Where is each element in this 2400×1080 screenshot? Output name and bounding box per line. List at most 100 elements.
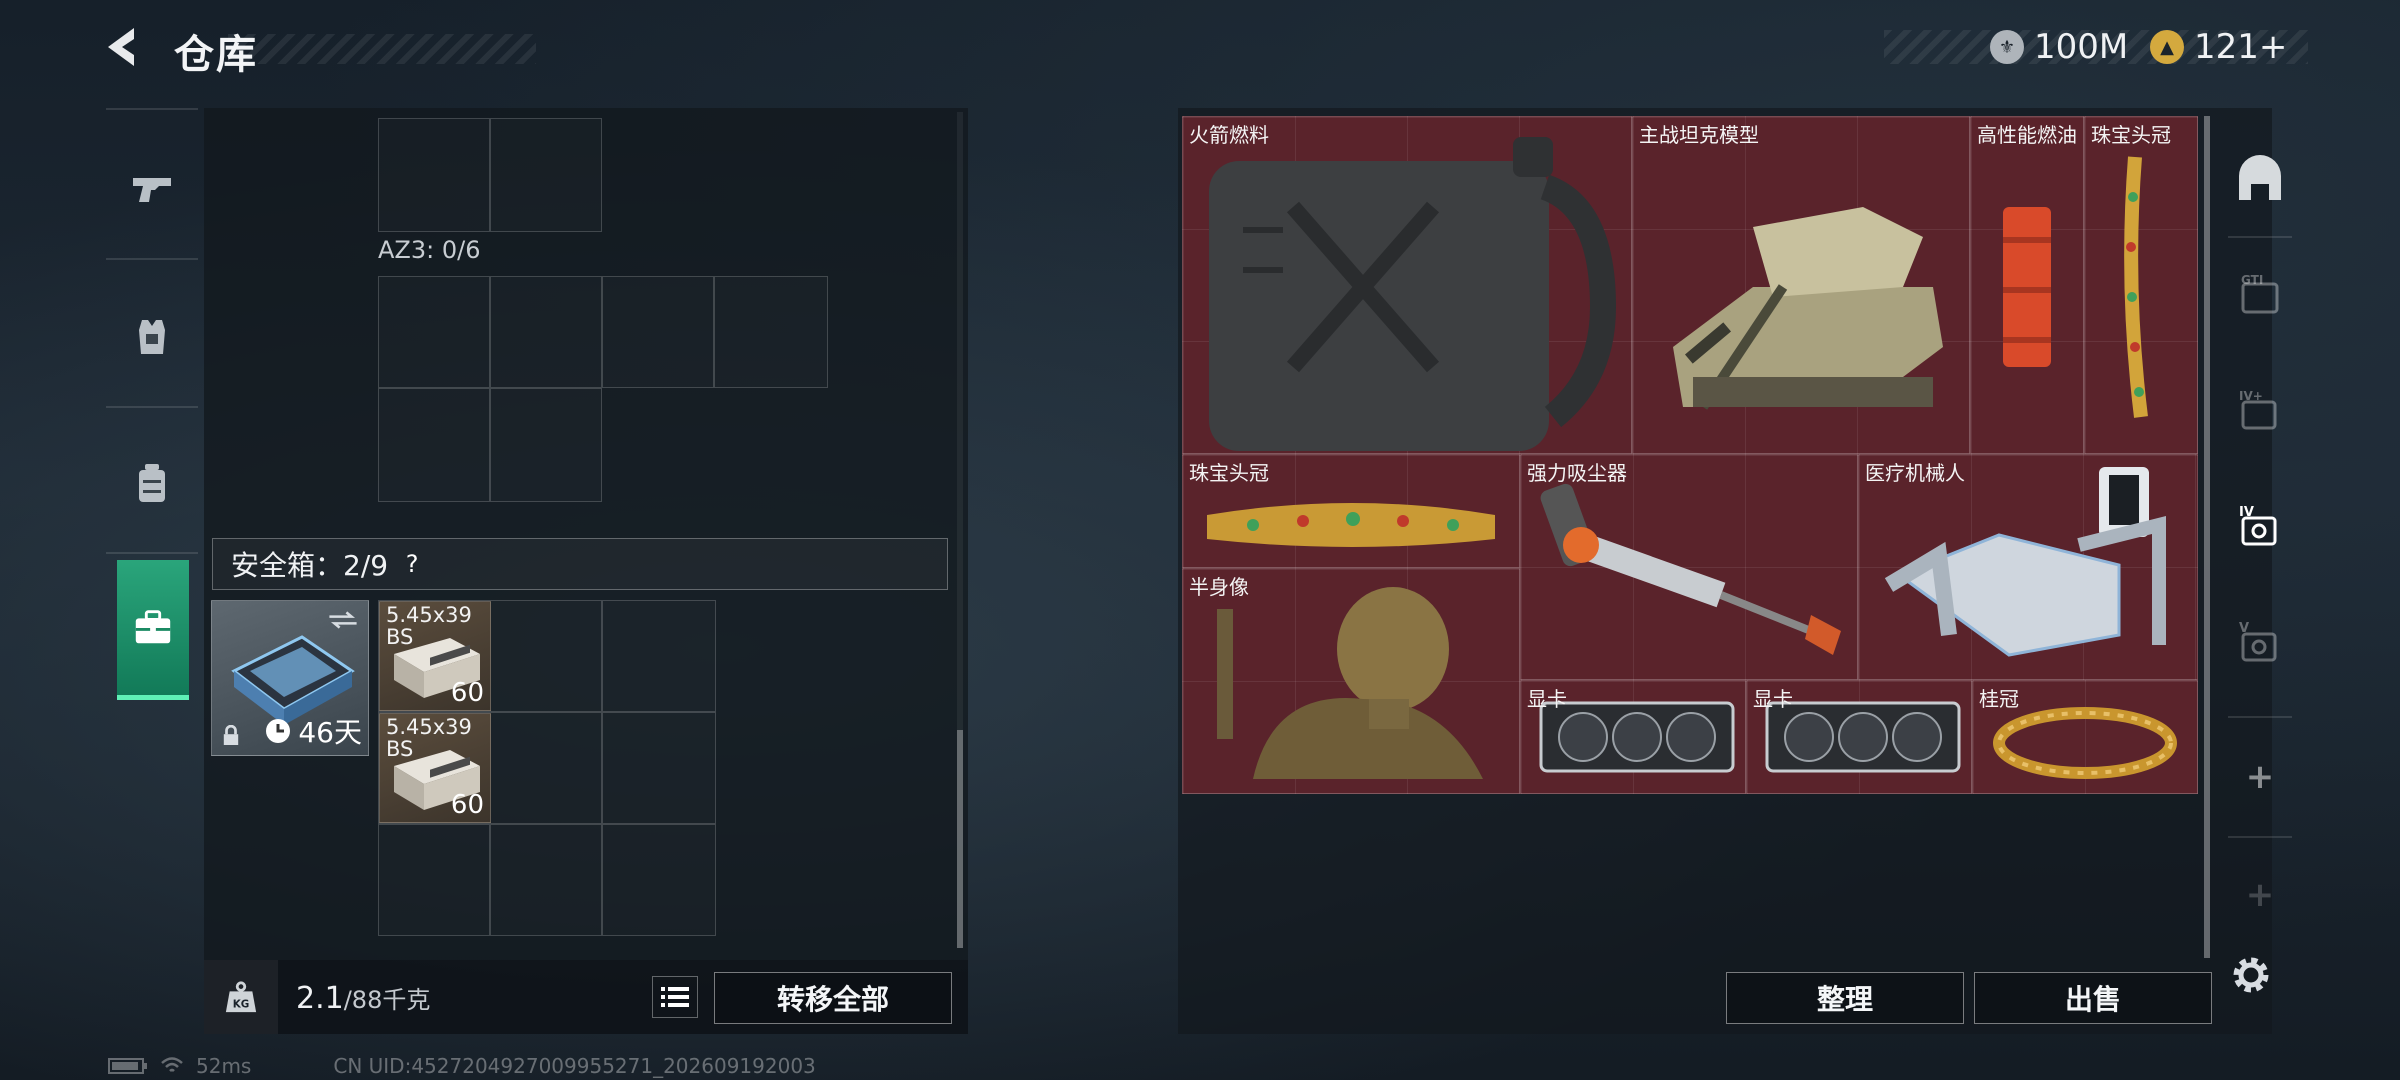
case-iv-icon: IV — [2239, 505, 2277, 546]
item-vacuum[interactable]: 强力吸尘器 — [1520, 454, 1858, 680]
lock-icon — [223, 725, 239, 745]
gold-currency[interactable]: ▲ 121+ — [2150, 24, 2287, 70]
bust-icon — [1217, 587, 1483, 779]
svg-text:IV+: IV+ — [2239, 389, 2263, 403]
tab-weapons[interactable] — [106, 124, 198, 254]
vacuum-icon — [1540, 483, 1841, 655]
grid-slot[interactable] — [602, 600, 716, 712]
category-divider — [2228, 236, 2292, 238]
ammo-name: 5.45x39 BS — [386, 603, 472, 649]
chevron-left-icon — [108, 28, 134, 66]
list-view-button[interactable] — [652, 976, 698, 1018]
gear-icon — [2233, 957, 2269, 993]
category-add[interactable]: + — [2222, 840, 2298, 950]
settings-button[interactable] — [2226, 950, 2276, 1000]
ammo-quantity: 60 — [450, 790, 484, 820]
plus-icon: + — [2245, 875, 2275, 915]
category-add[interactable]: + — [2222, 722, 2298, 832]
side-divider — [106, 406, 198, 408]
category-iv[interactable]: IV — [2222, 472, 2298, 582]
ammo-name: 5.45x39 BS — [386, 715, 472, 761]
grid-slot[interactable] — [602, 824, 716, 936]
weight-icon-box: KG — [204, 960, 278, 1034]
robot-icon — [1884, 467, 2166, 657]
item-jewel-crown[interactable]: 珠宝头冠 — [2084, 116, 2198, 454]
side-divider — [106, 258, 198, 260]
category-locker[interactable] — [2222, 124, 2298, 234]
plus-icon: + — [2245, 757, 2275, 797]
category-gti[interactable]: GTI — [2222, 240, 2298, 350]
wifi-icon — [161, 1057, 183, 1072]
item-gpu[interactable]: 显卡 — [1520, 680, 1746, 794]
item-bust[interactable]: 半身像 — [1182, 568, 1520, 794]
list-icon — [661, 987, 689, 1007]
grid-slot[interactable] — [490, 712, 602, 824]
swap-icon[interactable] — [326, 609, 360, 631]
item-medical-robot[interactable]: 医疗机械人 — [1858, 454, 2198, 680]
scrollbar-thumb[interactable] — [957, 730, 963, 948]
safebox-item[interactable]: 46天 — [211, 600, 369, 756]
battery-icon — [108, 1058, 147, 1074]
category-divider — [2228, 836, 2292, 838]
item-gpu[interactable]: 显卡 — [1746, 680, 1972, 794]
item-laurel[interactable]: 桂冠 — [1972, 680, 2198, 794]
ammo-item[interactable]: 5.45x39 BS 60 — [379, 713, 491, 823]
item-name: 火箭燃料 — [1189, 123, 1269, 147]
case-v-icon: V — [2239, 621, 2277, 662]
sell-button[interactable]: 出售 — [1974, 972, 2212, 1024]
tank-icon — [1673, 207, 1943, 410]
item-jewel-crown[interactable]: 珠宝头冠 — [1182, 454, 1520, 568]
grid-slot[interactable] — [602, 712, 716, 824]
item-name: 桂冠 — [1979, 687, 2019, 711]
item-name: 主战坦克模型 — [1639, 123, 1759, 147]
days-remaining: 46天 — [298, 716, 362, 749]
status-bar: 52ms CN UID:4527204927009955271_20260919… — [108, 1054, 816, 1078]
category-iv-plus[interactable]: IV+ — [2222, 356, 2298, 466]
weight-current: 2.1 — [296, 981, 344, 1016]
help-button[interactable]: ? — [396, 548, 428, 580]
crown-icon — [2124, 156, 2148, 418]
item-name: 珠宝头冠 — [2091, 123, 2171, 147]
item-performance-fuel[interactable]: 高性能燃油 — [1970, 116, 2084, 454]
grid-slot[interactable] — [490, 600, 602, 712]
silver-amount: 100M — [2034, 27, 2129, 67]
silver-currency[interactable]: ⚜ 100M — [1990, 24, 2128, 70]
item-name: 显卡 — [1753, 687, 1793, 711]
grid-slot[interactable] — [378, 388, 490, 502]
weight-readout: 2.1/88千克 — [296, 980, 430, 1016]
tab-backpack[interactable] — [106, 418, 198, 548]
safebox-title: 安全箱：2/9 — [231, 549, 389, 582]
tab-safebox[interactable] — [117, 560, 189, 700]
grid-slot[interactable] — [490, 276, 602, 388]
item-name: 医疗机械人 — [1865, 461, 1965, 485]
grid-slot[interactable] — [490, 118, 602, 232]
grid-slot[interactable] — [378, 118, 490, 232]
grid-slot[interactable] — [378, 824, 490, 936]
svg-text:GTI: GTI — [2241, 273, 2263, 287]
grid-slot[interactable] — [490, 824, 602, 936]
sort-button[interactable]: 整理 — [1726, 972, 1964, 1024]
side-divider — [106, 108, 198, 110]
svg-text:V: V — [2239, 621, 2249, 636]
vest-icon — [139, 320, 165, 354]
grid-slot[interactable] — [714, 276, 828, 388]
grid-slot[interactable] — [490, 388, 602, 502]
scrollbar[interactable] — [2204, 116, 2210, 958]
fuel-can-icon — [1209, 137, 1617, 451]
briefcase-icon — [135, 609, 171, 643]
ammo-item[interactable]: 5.45x39 BS 60 — [379, 601, 491, 711]
category-v[interactable]: V — [2222, 588, 2298, 698]
item-rocket-fuel[interactable]: 火箭燃料 — [1182, 116, 1632, 454]
tab-armor[interactable] — [106, 272, 198, 402]
case-iv-plus-icon: IV+ — [2239, 389, 2277, 430]
back-button[interactable] — [100, 22, 150, 72]
transfer-all-button[interactable]: 转移全部 — [714, 972, 952, 1024]
backpack-icon — [139, 464, 165, 502]
grid-slot[interactable] — [602, 276, 714, 388]
item-name: 半身像 — [1189, 575, 1249, 599]
gold-amount: 121+ — [2194, 27, 2288, 67]
user-uid: CN UID:4527204927009955271_202609192003 — [333, 1054, 816, 1078]
item-tank-model[interactable]: 主战坦克模型 — [1632, 116, 1970, 454]
locker-icon — [2239, 155, 2281, 200]
grid-slot[interactable] — [378, 276, 490, 388]
